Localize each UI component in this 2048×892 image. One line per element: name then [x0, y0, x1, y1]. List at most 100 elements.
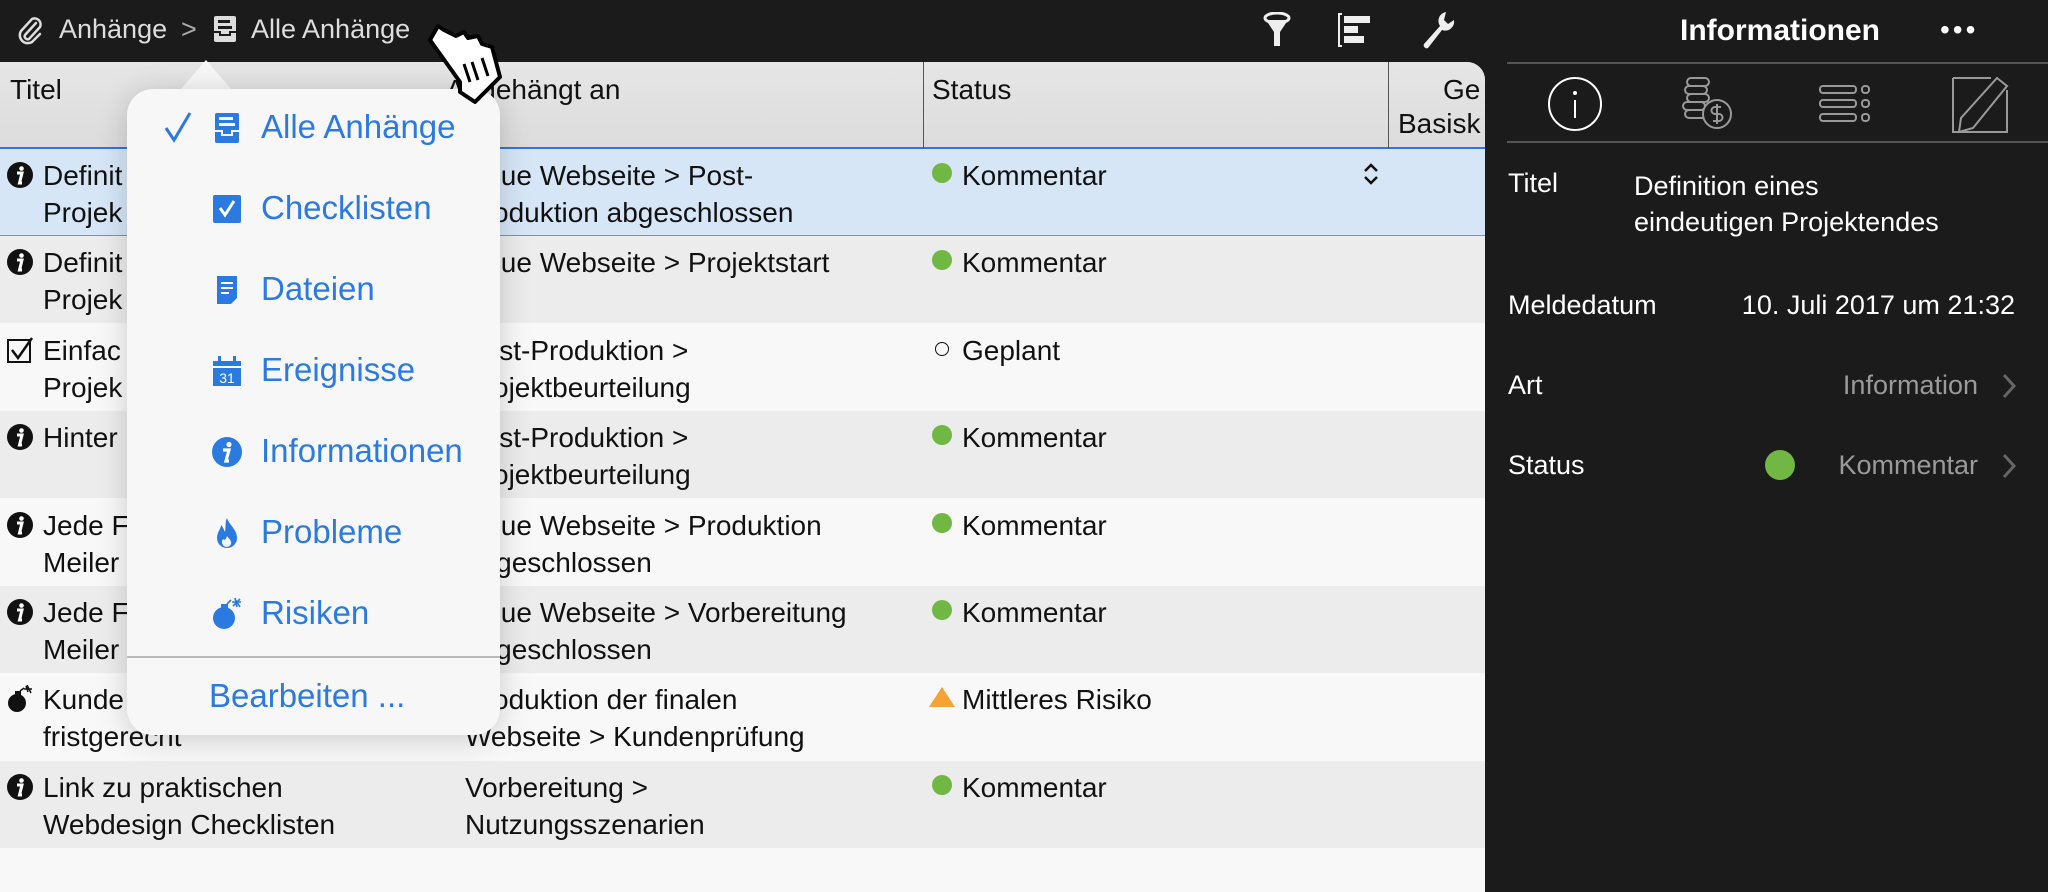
- edit-icon[interactable]: [1951, 76, 2009, 134]
- cell-status: Geplant: [962, 334, 1061, 366]
- column-header-title[interactable]: Titel: [10, 74, 62, 106]
- checkmark-icon: [163, 110, 193, 152]
- cell-title: Jede F Meiler: [43, 509, 129, 578]
- tray-icon: [211, 112, 243, 144]
- status-green-icon: [932, 512, 952, 533]
- calendar-icon: 31: [211, 355, 243, 387]
- gantt-icon[interactable]: [1338, 12, 1374, 48]
- divider: [1507, 141, 2048, 143]
- status-green-icon: [932, 163, 952, 183]
- divider: [1507, 62, 2048, 64]
- risk-bomb-icon: [6, 685, 34, 713]
- field-label-kind: Art: [1508, 370, 1543, 400]
- tray-icon: [214, 16, 236, 42]
- stepper-icon[interactable]: [1362, 161, 1380, 194]
- cell-status: Kommentar: [962, 160, 1107, 191]
- filter-popover-menu: Alle Anhänge Checklisten Dateien 31 Ereignis…: [127, 89, 500, 735]
- cell-status: Kommentar: [962, 771, 1107, 803]
- flame-icon: [211, 517, 243, 549]
- field-label-date: Meldedatum: [1508, 290, 1657, 320]
- menu-item-label: Dateien: [261, 270, 375, 307]
- checklist-icon: [6, 336, 34, 364]
- field-value-kind[interactable]: Information: [1843, 370, 1978, 401]
- cell-attached: Neue Webseite > Produktion abgeschlossen: [465, 509, 822, 578]
- column-divider[interactable]: [1388, 62, 1389, 149]
- column-header-base-1[interactable]: Ge: [1443, 74, 1480, 106]
- cell-title: Hinter: [43, 422, 118, 454]
- filter-icon[interactable]: [1262, 12, 1292, 48]
- column-header-base-2[interactable]: Basisk: [1398, 108, 1480, 140]
- field-value-title[interactable]: Definition eines eindeutigen Projektende…: [1634, 168, 1939, 240]
- menu-item-probleme[interactable]: Probleme: [127, 503, 500, 563]
- field-label-status: Status: [1508, 450, 1585, 480]
- cell-title: Link zu praktischen Webdesign Checkliste…: [43, 771, 336, 840]
- info-icon: [6, 423, 34, 451]
- menu-item-label: Informationen: [261, 432, 463, 469]
- status-triangle-icon: [929, 687, 955, 708]
- edit-menu-button[interactable]: Bearbeiten ...: [209, 677, 405, 715]
- column-divider[interactable]: [923, 62, 924, 149]
- info-icon[interactable]: [1547, 76, 1603, 132]
- field-value-date[interactable]: 10. Juli 2017 um 21:32: [1742, 290, 2015, 321]
- field-label-title: Titel: [1508, 168, 1559, 198]
- document-icon: [211, 274, 243, 306]
- status-green-icon: [932, 425, 952, 446]
- cell-status: Mittleres Risiko: [962, 684, 1152, 716]
- cell-status: Kommentar: [962, 597, 1107, 628]
- info-icon: [6, 773, 34, 801]
- status-dot-icon: [1765, 450, 1795, 480]
- checkbox-icon: [211, 193, 243, 225]
- menu-item-dateien[interactable]: Dateien: [127, 260, 500, 320]
- cell-attached: Neue Webseite > Post- Produktion abgesch…: [465, 160, 794, 228]
- menu-item-label: Alle Anhänge: [261, 108, 456, 145]
- more-button[interactable]: •••: [1940, 14, 1978, 46]
- cell-title: Jede F Meiler: [43, 597, 129, 665]
- cell-attached: Vorbereitung > Nutzungsszenarien: [465, 771, 705, 840]
- cell-attached: Produktion der finalen Webseite > Kunden…: [465, 684, 805, 753]
- field-value-status[interactable]: Kommentar: [1838, 450, 1978, 481]
- breadcrumb-current[interactable]: Alle Anhänge: [251, 14, 410, 45]
- coins-icon[interactable]: [1681, 76, 1737, 132]
- menu-item-checklisten[interactable]: Checklisten: [127, 179, 500, 239]
- cell-attached: Neue Webseite > Projektstart: [465, 247, 830, 279]
- status-green-icon: [932, 774, 952, 795]
- cell-title: Definit Projek: [43, 247, 123, 316]
- list-icon[interactable]: [1818, 80, 1874, 128]
- menu-item-ereignisse[interactable]: 31 Ereignisse: [127, 341, 500, 401]
- menu-item-risiken[interactable]: Risiken: [127, 584, 500, 644]
- menu-item-label: Ereignisse: [261, 351, 416, 388]
- menu-item-label: Risiken: [261, 594, 370, 631]
- chevron-right-icon: [2002, 453, 2017, 479]
- cell-title: Einfac Projek: [43, 334, 123, 403]
- breadcrumb-root[interactable]: Anhänge: [59, 14, 167, 45]
- info-icon: [6, 598, 34, 626]
- cell-attached: Neue Webseite > Vorbereitung abgeschloss…: [465, 597, 847, 665]
- inspector-panel: Informationen ••• Titel Definition eines…: [1485, 0, 2048, 892]
- menu-item-label: Probleme: [261, 513, 403, 550]
- menu-divider: [127, 656, 500, 658]
- info-icon: [6, 511, 34, 539]
- paperclip-icon: [18, 17, 42, 45]
- chevron-right-icon: [2002, 373, 2017, 399]
- menu-item-informationen[interactable]: Informationen: [127, 422, 500, 482]
- table-row[interactable]: Link zu praktischen Webdesign Checkliste…: [0, 760, 1485, 848]
- status-green-icon: [932, 250, 952, 271]
- cell-status: Kommentar: [962, 247, 1107, 279]
- menu-item-label: Checklisten: [261, 189, 432, 226]
- status-open-icon: [935, 341, 949, 356]
- hand-cursor-icon: [428, 24, 502, 104]
- breadcrumb-separator: >: [181, 14, 197, 44]
- info-icon: [6, 248, 34, 276]
- status-green-icon: [932, 600, 952, 620]
- wrench-icon[interactable]: [1420, 10, 1456, 50]
- popover-arrow: [180, 60, 232, 90]
- menu-item-alle-anhänge[interactable]: Alle Anhänge: [127, 98, 500, 158]
- cell-status: Kommentar: [962, 422, 1107, 454]
- top-bar: Anhänge > Alle Anhänge: [0, 0, 1485, 62]
- cell-status: Kommentar: [962, 509, 1107, 541]
- info-icon: [6, 161, 34, 189]
- column-header-status[interactable]: Status: [932, 74, 1011, 106]
- info-icon: [211, 436, 243, 468]
- svg-text:31: 31: [219, 370, 235, 386]
- bomb-icon: [211, 597, 243, 630]
